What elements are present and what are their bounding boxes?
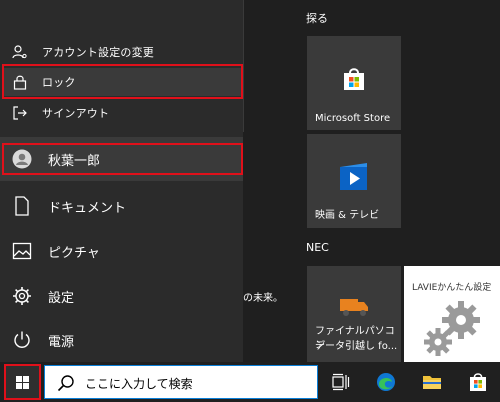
taskbar: ここに入力して検索 (0, 362, 500, 402)
tile-label-store: Microsoft Store (315, 113, 391, 124)
search-input[interactable]: ここに入力して検索 (44, 365, 318, 399)
picture-icon (10, 239, 34, 263)
search-icon (57, 375, 74, 392)
person-settings-icon (11, 43, 29, 61)
tile-label-lavie: LAVIEかんたん設定 (412, 283, 492, 293)
settings-label: 設定 (48, 290, 75, 306)
search-placeholder: ここに入力して検索 (85, 377, 193, 391)
folder-icon (423, 376, 441, 389)
sign-out-icon (11, 104, 29, 122)
section-label-nec: NEC (306, 241, 329, 254)
documents-label: ドキュメント (48, 200, 127, 216)
highlight-user (2, 143, 243, 175)
tiles-area: 探る Microsoft Store 映画 & テレビ NEC ファイナルパソコ… (243, 0, 500, 362)
start-button[interactable] (4, 364, 41, 400)
truck-icon (340, 299, 368, 316)
documents-item[interactable]: ドキュメント (0, 184, 243, 228)
edge-icon (377, 373, 395, 391)
tile-label-transfer-2: データ引越し fo... (315, 341, 398, 352)
document-icon (10, 194, 34, 218)
sign-out-item[interactable]: サインアウト (2, 99, 241, 127)
tile-microsoft-store[interactable]: Microsoft Store (307, 36, 401, 130)
store-icon (470, 373, 486, 391)
power-icon (10, 328, 34, 352)
tile-label-movies-tv: 映画 & テレビ (315, 210, 380, 221)
gears-icon (424, 301, 480, 356)
change-account-settings-label: アカウント設定の変更 (42, 46, 154, 59)
file-explorer-taskbar-button[interactable] (414, 366, 450, 398)
windows-logo-icon (16, 376, 29, 389)
sign-out-label: サインアウト (42, 107, 110, 120)
pictures-label: ピクチャ (48, 245, 100, 261)
tile-movies-tv[interactable]: 映画 & テレビ (307, 134, 401, 228)
tile-data-transfer[interactable]: ファイナルパソコン データ引越し fo... (307, 266, 401, 362)
task-view-button[interactable] (324, 366, 358, 398)
section-label-explore: 探る (306, 12, 328, 25)
power-label: 電源 (48, 334, 75, 350)
settings-item[interactable]: 設定 (0, 274, 243, 318)
store-taskbar-button[interactable] (460, 366, 496, 398)
store-icon (344, 68, 364, 90)
power-item[interactable]: 電源 (0, 318, 243, 362)
pictures-item[interactable]: ピクチャ (0, 229, 243, 273)
task-view-icon (332, 373, 350, 391)
background-partial-text: の未来。 (243, 293, 283, 304)
change-account-settings-item[interactable]: アカウント設定の変更 (2, 38, 241, 66)
gear-icon (10, 284, 34, 308)
tile-lavie-setup[interactable]: LAVIEかんたん設定 (404, 266, 500, 362)
start-menu-left-column: アカウント設定の変更 ロック サインアウト 秋葉一郎 ドキュメント ピクチャ 設… (0, 0, 244, 362)
highlight-lock (2, 64, 243, 99)
movies-tv-icon (340, 163, 367, 190)
edge-taskbar-button[interactable] (368, 366, 404, 398)
